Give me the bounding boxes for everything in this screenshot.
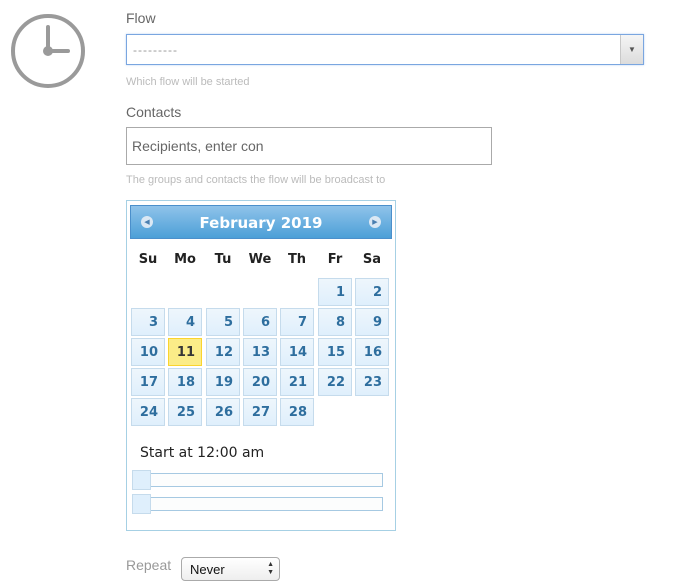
minute-slider-handle[interactable] — [132, 494, 151, 514]
calendar-day[interactable]: 21 — [280, 368, 314, 396]
calendar-day[interactable]: 13 — [243, 338, 277, 366]
calendar-day[interactable]: 1 — [318, 278, 352, 306]
next-month-icon[interactable]: ▶ — [369, 216, 381, 228]
weekday-header: Tu — [214, 252, 232, 267]
calendar-day[interactable]: 6 — [243, 308, 277, 336]
repeat-select[interactable]: Never ▲ ▼ — [181, 557, 280, 581]
flow-help-text: Which flow will be started — [126, 76, 250, 88]
calendar-day[interactable]: 12 — [206, 338, 240, 366]
calendar-day[interactable]: 4 — [168, 308, 202, 336]
contacts-label: Contacts — [126, 104, 182, 120]
hour-slider[interactable] — [133, 473, 383, 487]
start-time-text: Start at 12:00 am — [140, 445, 265, 461]
calendar-day[interactable]: 7 — [280, 308, 314, 336]
weekday-header: We — [248, 252, 272, 267]
weekday-header: Sa — [362, 252, 382, 267]
calendar-day[interactable]: 27 — [243, 398, 277, 426]
weekday-header: Mo — [174, 252, 196, 267]
weekday-header: Fr — [327, 252, 343, 267]
calendar-day[interactable]: 9 — [355, 308, 389, 336]
calendar-day[interactable]: 18 — [168, 368, 202, 396]
clock-icon — [11, 14, 85, 88]
calendar-day[interactable]: 26 — [206, 398, 240, 426]
flow-select-value: --------- — [133, 43, 178, 57]
flow-label: Flow — [126, 10, 156, 26]
calendar-day[interactable]: 25 — [168, 398, 202, 426]
contacts-field[interactable] — [126, 127, 492, 165]
calendar-day-today[interactable]: 11 — [168, 338, 202, 366]
calendar-day[interactable]: 10 — [131, 338, 165, 366]
weekday-header: Su — [138, 252, 158, 267]
calendar-month-title: February 2019 — [199, 214, 323, 232]
calendar-day[interactable]: 17 — [131, 368, 165, 396]
calendar-day[interactable]: 2 — [355, 278, 389, 306]
calendar-day[interactable]: 19 — [206, 368, 240, 396]
select-arrows-icon: ▲ ▼ — [267, 561, 274, 576]
calendar-day[interactable]: 14 — [280, 338, 314, 366]
calendar-day[interactable]: 22 — [318, 368, 352, 396]
calendar-day[interactable]: 24 — [131, 398, 165, 426]
minute-slider[interactable] — [133, 497, 383, 511]
date-picker: ◀ February 2019 ▶ Start at 12:00 am Su Mo… — [126, 200, 396, 531]
weekday-header: Th — [287, 252, 307, 267]
calendar-day[interactable]: 28 — [280, 398, 314, 426]
flow-select[interactable]: --------- ▼ — [126, 34, 644, 65]
calendar-header: ◀ February 2019 ▶ — [130, 205, 392, 239]
calendar-day[interactable]: 15 — [318, 338, 352, 366]
calendar-day[interactable]: 5 — [206, 308, 240, 336]
repeat-select-value: Never — [190, 562, 225, 577]
calendar-day[interactable]: 16 — [355, 338, 389, 366]
repeat-label: Repeat — [126, 557, 172, 573]
chevron-down-icon[interactable]: ▼ — [620, 35, 643, 64]
calendar-day[interactable]: 3 — [131, 308, 165, 336]
contacts-help-text: The groups and contacts the flow will be… — [126, 174, 386, 186]
calendar-day[interactable]: 20 — [243, 368, 277, 396]
hour-slider-handle[interactable] — [132, 470, 151, 490]
contacts-input[interactable] — [127, 128, 491, 164]
calendar-day[interactable]: 8 — [318, 308, 352, 336]
calendar-day[interactable]: 23 — [355, 368, 389, 396]
